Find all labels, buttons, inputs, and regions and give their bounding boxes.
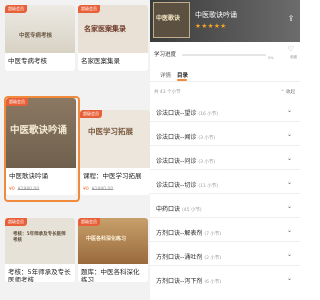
- chapter-item[interactable]: 方剂口诀--涌吐剂 (2 小节) ⌄: [150, 246, 300, 266]
- chapter-item[interactable]: 方剂口诀--泻下剂 (6 小节) ⌄: [150, 270, 300, 290]
- course-cover: 中医学习拓展 超级会员: [80, 110, 150, 168]
- chapter-item[interactable]: 诊法口诀--望诊 (16 小节) ⌄: [150, 102, 300, 122]
- chapter-item[interactable]: 诊法口诀--问诊 (3 小节) ⌄: [150, 150, 300, 170]
- course-title: 中医歌诀吟诵: [195, 11, 237, 19]
- chevron-down-icon: ⌄: [286, 251, 292, 258]
- cover-text: 中医学习拓展: [88, 127, 133, 136]
- chevron-down-icon: ⌄: [286, 179, 292, 186]
- chevron-down-icon: ⌄: [286, 203, 292, 210]
- share-icon[interactable]: ⇪: [286, 14, 296, 24]
- course-cover: 名家医案集录 超级会员: [78, 5, 148, 53]
- section-total: 共 43 个小节: [154, 90, 181, 95]
- chapter-item[interactable]: 诊法口诀--切诊 (11 小节) ⌄: [150, 174, 300, 194]
- course-detail-panel: 中医歌诀 中医歌诀吟诵 ★★★★★ ⇪ 学习进度 0% ♡ 收藏 详情 目录 共…: [150, 0, 300, 300]
- rating-stars: ★★★★★: [195, 22, 227, 30]
- chevron-down-icon: ⌄: [286, 227, 292, 234]
- chapter-item[interactable]: 方剂口诀--解表剂 (7 小节) ⌄: [150, 222, 300, 242]
- cover-text: 中医专病考核: [19, 33, 53, 39]
- cover-text: 考核：5年师承及专长医师考核: [13, 232, 66, 243]
- course-grid: 中医专病考核 超级会员 中医专病考核 名家医案集录 超级会员 名家医案集录 中医…: [0, 0, 150, 300]
- vip-badge: 超级会员: [5, 218, 27, 226]
- progress-percent: 0%: [268, 56, 274, 60]
- vip-badge: 超级会员: [78, 5, 100, 13]
- chevron-down-icon: ⌄: [286, 107, 292, 114]
- course-price: ¥0 ¥1980.00: [83, 187, 114, 192]
- progress-bar: [182, 54, 266, 56]
- course-title: 名家医案集录: [81, 57, 120, 65]
- course-title: 题库：中医各科深化练习: [81, 268, 140, 282]
- chevron-down-icon: ⌄: [286, 155, 292, 162]
- course-card[interactable]: 名家医案集录 超级会员 名家医案集录: [78, 5, 148, 71]
- progress-label: 学习进度: [154, 52, 177, 58]
- collapse-button[interactable]: ⌃ 收起: [281, 89, 295, 95]
- selection-highlight: [4, 96, 80, 202]
- course-title: 课程：中医学习拓展: [83, 172, 142, 180]
- course-thumbnail: 中医歌诀: [153, 2, 190, 38]
- course-header: 中医歌诀 中医歌诀吟诵 ★★★★★ ⇪: [150, 0, 300, 42]
- tab-active-indicator: [177, 79, 187, 81]
- vip-badge: 超级会员: [80, 110, 102, 118]
- heart-icon[interactable]: ♡: [288, 45, 294, 53]
- tab-bar: 详情 目录: [150, 66, 300, 82]
- vip-badge: 超级会员: [5, 5, 27, 13]
- course-card[interactable]: 中医学习拓展 超级会员 课程：中医学习拓展 ¥0 ¥1980.00: [80, 110, 150, 195]
- tab-details[interactable]: 详情: [160, 71, 171, 79]
- chevron-down-icon: ⌄: [286, 131, 292, 138]
- chapter-item[interactable]: 中药口诀 (45 小节) ⌄: [150, 198, 300, 218]
- chevron-down-icon: ⌄: [286, 275, 292, 282]
- course-card[interactable]: 考核：5年师承及专长医师考核 超级会员 考核：5年师承及专长医师考核: [5, 218, 75, 282]
- tab-catalog[interactable]: 目录: [177, 71, 188, 79]
- course-title: 考核：5年师承及专长医师考核: [8, 268, 71, 282]
- favorite-label: 收藏: [290, 55, 297, 59]
- course-cover: 中医各科深化练习 超级会员: [78, 218, 148, 264]
- cover-text: 中医各科深化练习: [86, 236, 127, 242]
- course-cover: 中医专病考核 超级会员: [5, 5, 75, 53]
- course-card[interactable]: 中医专病考核 超级会员 中医专病考核: [5, 5, 75, 71]
- cover-text: 名家医案集录: [84, 24, 126, 33]
- progress-row: 学习进度 0% ♡ 收藏: [150, 44, 300, 64]
- toc-bar: 共 43 个小节 ⌃ 收起: [150, 86, 300, 98]
- course-card[interactable]: 中医各科深化练习 超级会员 题库：中医各科深化练习: [78, 218, 148, 282]
- course-cover: 考核：5年师承及专长医师考核 超级会员: [5, 218, 75, 264]
- course-title: 中医专病考核: [8, 57, 47, 65]
- chapter-item[interactable]: 诊法口诀--闻诊 (3 小节) ⌄: [150, 126, 300, 146]
- vip-badge: 超级会员: [78, 218, 100, 226]
